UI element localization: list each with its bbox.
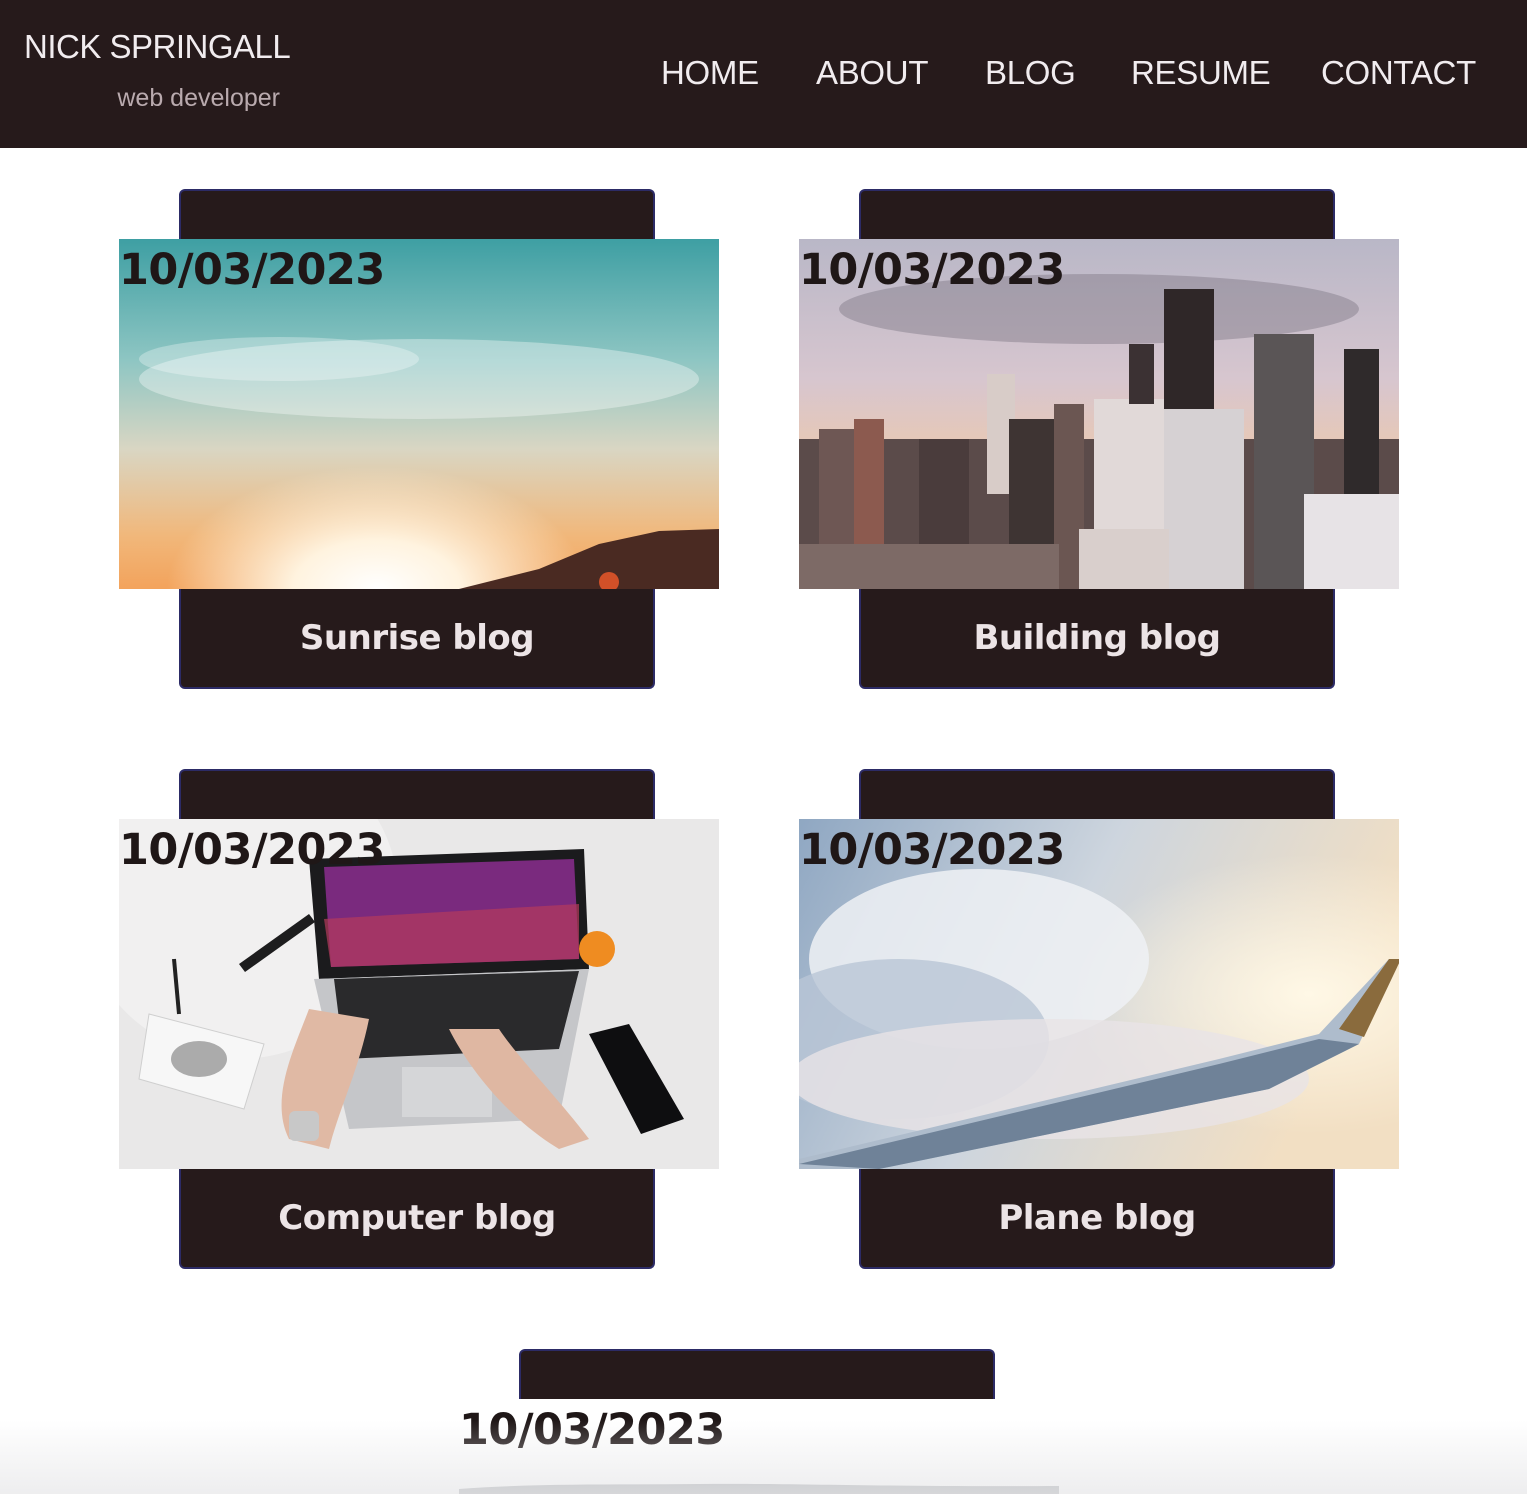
post-title[interactable]: Sunrise blog: [300, 618, 535, 658]
post-date: 10/03/2023: [459, 1405, 725, 1455]
nav-contact-link[interactable]: CONTACT: [1321, 54, 1476, 92]
blog-card-partial[interactable]: 10/03/2023: [459, 1349, 1059, 1494]
card-top-tab: [859, 189, 1335, 239]
blog-card-computer[interactable]: 10/03/2023 Computer blog: [119, 769, 719, 1269]
blog-card-sunrise[interactable]: 10/03/2023 Sunrise blog: [119, 189, 719, 689]
card-top-tab: [519, 1349, 995, 1399]
post-title[interactable]: Building blog: [974, 618, 1222, 658]
blog-card-building[interactable]: 10/03/2023 Building blog: [799, 189, 1399, 689]
card-top-tab: [859, 769, 1335, 819]
post-title[interactable]: Computer blog: [278, 1198, 556, 1238]
post-date: 10/03/2023: [119, 825, 385, 875]
post-title[interactable]: Plane blog: [998, 1198, 1196, 1238]
card-top-tab: [179, 769, 655, 819]
blog-card-plane[interactable]: 10/03/2023 Plane blog: [799, 769, 1399, 1269]
card-title-bar[interactable]: Sunrise blog: [179, 589, 655, 689]
card-title-bar[interactable]: Plane blog: [859, 1169, 1335, 1269]
card-title-bar[interactable]: Computer blog: [179, 1169, 655, 1269]
nav-resume-link[interactable]: RESUME: [1131, 54, 1271, 92]
post-date: 10/03/2023: [799, 825, 1065, 875]
card-title-bar[interactable]: Building blog: [859, 589, 1335, 689]
main-nav: HOME ABOUT BLOG RESUME CONTACT: [0, 54, 1527, 98]
nav-home-link[interactable]: HOME: [661, 54, 759, 92]
card-top-tab: [179, 189, 655, 239]
site-header: NICK SPRINGALL web developer HOME ABOUT …: [0, 0, 1527, 148]
post-date: 10/03/2023: [799, 245, 1065, 295]
nav-blog-link[interactable]: BLOG: [985, 54, 1076, 92]
post-date: 10/03/2023: [119, 245, 385, 295]
nav-about-link[interactable]: ABOUT: [816, 54, 928, 92]
